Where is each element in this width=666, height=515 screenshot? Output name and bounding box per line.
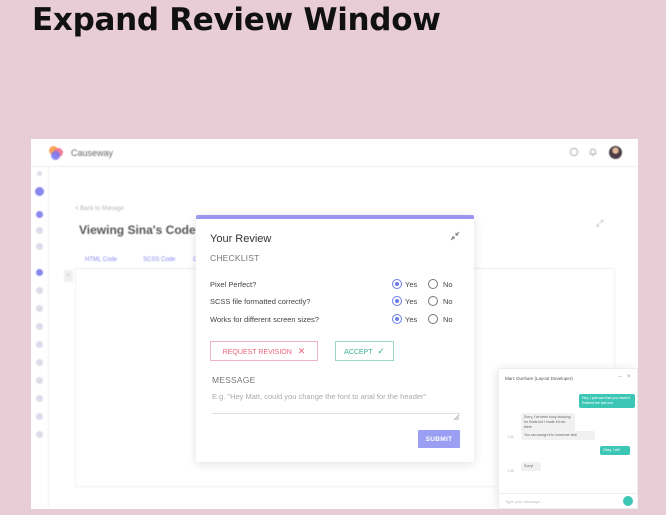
sidebar-item-2[interactable] <box>36 227 43 234</box>
message-label: MESSAGE <box>212 375 256 385</box>
tab-html-code[interactable]: HTML Code <box>85 257 117 263</box>
checklist-question: SCSS file formatted correctly? <box>210 297 311 306</box>
radio-yes-label: Yes <box>405 280 418 289</box>
review-title: Your Review <box>210 233 272 245</box>
chat-icon[interactable] <box>569 147 579 160</box>
app-name: Causeway <box>71 148 114 158</box>
page-title: Viewing Sina's Code <box>79 223 196 237</box>
bell-icon[interactable] <box>588 147 598 160</box>
checklist-item: SCSS file formatted correctly? Yes No <box>210 296 460 308</box>
back-link[interactable]: < Back to Manage <box>75 206 124 212</box>
submit-button[interactable]: SUBMIT <box>418 430 460 448</box>
chat-message: Sorry, I've been busy studying for final… <box>521 413 575 432</box>
checklist-label: CHECKLIST <box>210 253 260 263</box>
radio-no-label: No <box>443 280 453 289</box>
slide-title: Expand Review Window <box>32 2 441 38</box>
sidebar-item-4[interactable] <box>36 269 43 276</box>
chat-time: 7:41 <box>507 435 514 439</box>
avatar[interactable] <box>609 146 622 159</box>
top-bar: Causeway <box>31 139 638 167</box>
sidebar-item-add[interactable] <box>37 171 42 176</box>
review-window: Your Review CHECKLIST Pixel Perfect? Yes… <box>196 215 474 462</box>
checklist-item: Works for different screen sizes? Yes No <box>210 314 460 326</box>
sidebar <box>31 167 49 509</box>
accept-label: ACCEPT <box>344 349 373 356</box>
sidebar-item-8[interactable] <box>36 341 43 348</box>
sidebar-item-1[interactable] <box>36 211 43 218</box>
radio-yes-label: Yes <box>405 297 418 306</box>
x-icon: ✕ <box>297 346 306 356</box>
chat-header: Marc Dunham (Layout Developer) <box>505 376 573 381</box>
accept-button[interactable]: ACCEPT ✓ <box>335 341 394 361</box>
expand-icon[interactable]: ⤢ <box>596 218 603 229</box>
sidebar-item-3[interactable] <box>36 243 43 250</box>
chat-message: Okay, I will <box>600 446 630 455</box>
causeway-logo-icon <box>49 146 63 160</box>
radio-no-label: No <box>443 315 453 324</box>
check-icon: ✓ <box>377 346 385 356</box>
chat-message: You can assign it to someone else <box>521 431 595 440</box>
radio-yes[interactable] <box>392 314 402 324</box>
tab-scss-code[interactable]: SCSS Code <box>143 257 175 263</box>
chat-time: 7:43 <box>507 469 514 473</box>
sidebar-item-13[interactable] <box>36 431 43 438</box>
radio-no[interactable] <box>428 296 438 306</box>
sidebar-item-9[interactable] <box>36 359 43 366</box>
radio-no[interactable] <box>428 279 438 289</box>
send-icon[interactable] <box>623 496 633 506</box>
request-revision-button[interactable]: REQUEST REVISION ✕ <box>210 341 318 361</box>
checklist-item: Pixel Perfect? Yes No <box>210 279 460 291</box>
radio-yes-label: Yes <box>405 315 418 324</box>
sidebar-item-home[interactable] <box>35 187 44 196</box>
radio-yes[interactable] <box>392 279 402 289</box>
chat-message: Sorry! <box>521 462 541 471</box>
checklist-question: Works for different screen sizes? <box>210 315 319 324</box>
radio-no[interactable] <box>428 314 438 324</box>
minimize-icon[interactable]: – <box>618 374 621 380</box>
radio-no-label: No <box>443 297 453 306</box>
chat-input[interactable]: Type your message... <box>499 493 638 509</box>
resize-handle-icon[interactable] <box>453 408 460 421</box>
sidebar-item-12[interactable] <box>36 413 43 420</box>
panel-collapse-button[interactable]: ‹ <box>64 270 73 282</box>
sidebar-item-11[interactable] <box>36 395 43 402</box>
message-input[interactable] <box>212 392 460 414</box>
collapse-icon[interactable] <box>450 231 460 244</box>
sidebar-item-7[interactable] <box>36 323 43 330</box>
chat-panel: Marc Dunham (Layout Developer) – × Hey, … <box>498 368 638 509</box>
sidebar-item-6[interactable] <box>36 305 43 312</box>
close-icon[interactable]: × <box>627 374 631 380</box>
sidebar-item-5[interactable] <box>36 287 43 294</box>
chat-message: Hey, I just saw that you haven't finishe… <box>579 394 635 408</box>
sidebar-item-10[interactable] <box>36 377 43 384</box>
request-revision-label: REQUEST REVISION <box>222 349 292 356</box>
radio-yes[interactable] <box>392 296 402 306</box>
app-window: Causeway < Back to Manage Viewing Sina's… <box>31 139 638 509</box>
checklist-question: Pixel Perfect? <box>210 280 257 289</box>
